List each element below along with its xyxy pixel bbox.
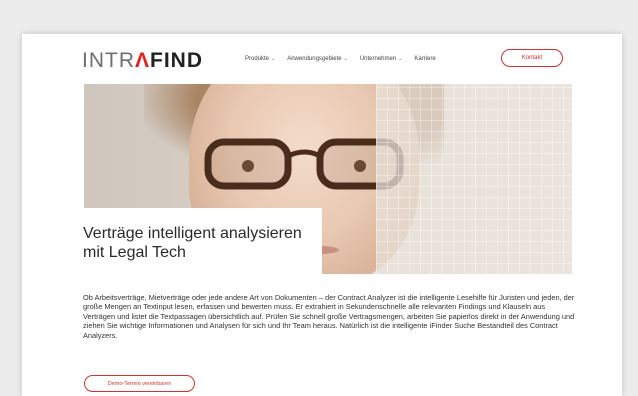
nav-item-karriere[interactable]: Karriere (414, 56, 435, 62)
browser-page: INTRΛFIND Produkte ⌄ Anwendungsgebiete ⌄… (22, 34, 622, 396)
logo-part-2: Λ (135, 49, 151, 72)
main-nav: Produkte ⌄ Anwendungsgebiete ⌄ Unternehm… (245, 56, 436, 62)
logo-part-3: FIND (150, 49, 204, 72)
demo-appointment-button[interactable]: Demo-Termin vereinbaren (84, 375, 195, 392)
intro-paragraph: Ob Arbeitsverträge, Mietverträge oder je… (83, 293, 575, 340)
site-header: INTRΛFIND Produkte ⌄ Anwendungsgebiete ⌄… (22, 34, 622, 84)
intrafind-logo[interactable]: INTRΛFIND (82, 49, 203, 73)
nav-item-anwendungsgebiete[interactable]: Anwendungsgebiete ⌄ (287, 56, 348, 62)
contact-button[interactable]: Kontakt (501, 49, 563, 67)
nav-label: Produkte (245, 56, 270, 62)
chevron-down-icon: ⌄ (343, 56, 348, 62)
nav-label: Unternehmen (359, 56, 397, 62)
nav-item-produkte[interactable]: Produkte ⌄ (245, 56, 275, 62)
page-title: Verträge intelligent analysieren mit Leg… (83, 225, 302, 261)
nav-label: Anwendungsgebiete (287, 56, 342, 62)
logo-part-1: INTR (82, 49, 135, 72)
chevron-down-icon: ⌄ (271, 56, 276, 62)
nav-item-unternehmen[interactable]: Unternehmen ⌄ (360, 56, 403, 62)
nav-label: Karriere (414, 56, 436, 62)
chevron-down-icon: ⌄ (398, 56, 403, 62)
pixel-grid-overlay (376, 76, 572, 274)
